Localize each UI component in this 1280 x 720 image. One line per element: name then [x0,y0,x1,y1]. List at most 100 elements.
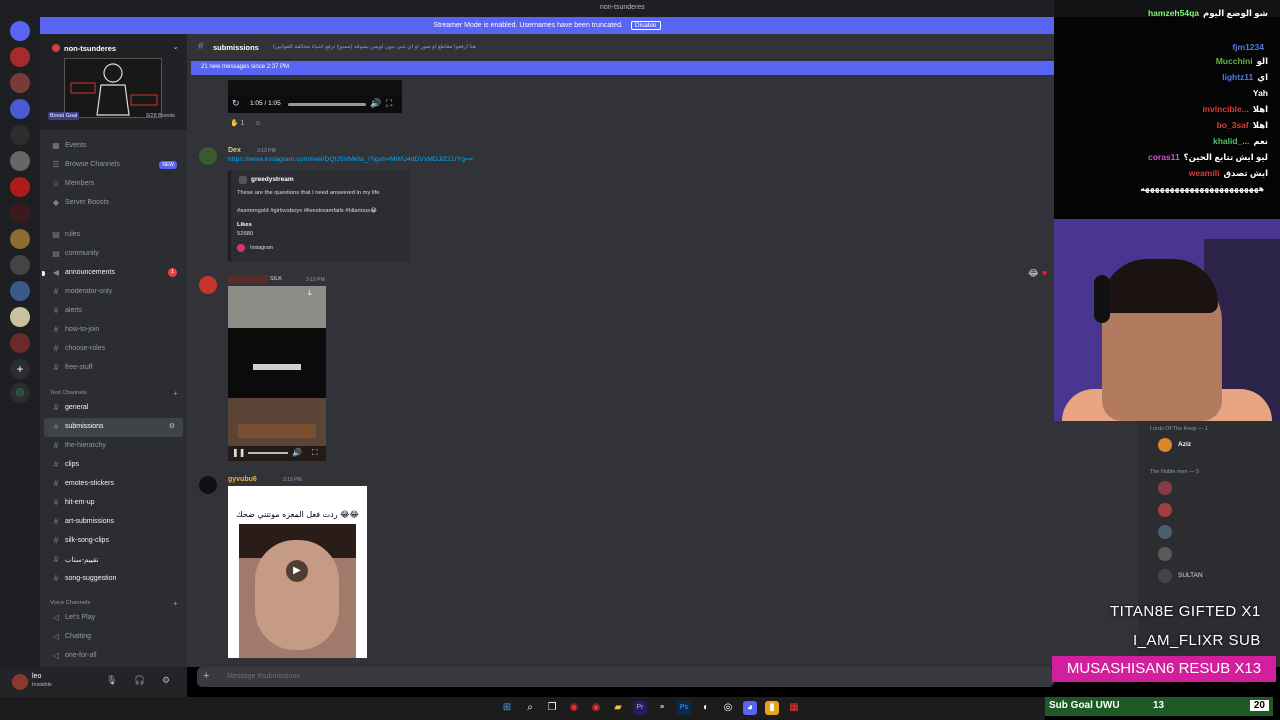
message-input[interactable]: Message #submissions [227,673,300,680]
channel-arabic[interactable]: # تقييم-ستاب [40,551,187,570]
message-author-hidden[interactable] [228,275,268,283]
new-messages-bar[interactable]: 21 new messages since 2:37 PM [191,61,1054,75]
channel-community[interactable]: ▤ community [40,245,187,264]
volume-icon[interactable]: 🔊 [292,448,302,457]
video-progress[interactable] [248,452,288,454]
discord-home-icon[interactable] [10,21,30,41]
video-attachment[interactable]: ⤓ ❚❚ 🔊 ⛶ [228,286,326,461]
channel-alerts[interactable]: # alerts [40,302,187,321]
microphone-icon[interactable]: 🎙 [106,675,117,686]
channel-choose-roles[interactable]: # choose-roles [40,340,187,359]
channel-rules[interactable]: ▤ rules [40,226,187,245]
channel-silk-song-clips[interactable]: # silk-song-clips [40,532,187,551]
server-icon[interactable] [10,203,30,223]
message-composer[interactable]: + Message #submissions [197,667,1054,687]
server-icon[interactable] [10,177,30,197]
channel-general[interactable]: # general [40,399,187,418]
reaction-emoji-icon[interactable]: 😂 [1028,268,1039,279]
server-icon[interactable] [10,229,30,249]
member-row[interactable] [1142,500,1276,520]
replay-icon[interactable]: ↻ [232,98,240,109]
channel-song-suggestion[interactable]: # song-suggestion [40,570,187,589]
fullscreen-icon[interactable]: ⛶ [386,98,392,109]
nav-events[interactable]: ▦ Events [40,137,187,156]
video-progress[interactable] [288,103,366,106]
settings-gear-icon[interactable]: ⚙ [162,675,170,686]
heart-icon[interactable]: ♥ [1042,268,1047,278]
member-row[interactable]: SULTAN [1142,566,1276,586]
server-header[interactable]: non-tsunderes ⌄ Boost Goal 9/28 Boosts [40,34,187,130]
channel-art-submissions[interactable]: # art-submissions [40,513,187,532]
play-icon[interactable]: ▶ [286,560,308,582]
search-icon[interactable]: ⌕ [523,701,537,715]
steam-icon[interactable]: ◐ [699,701,713,715]
boost-goal[interactable]: Boost Goal 9/28 Boosts [40,110,187,124]
message-author[interactable]: gyvubu6 [228,476,257,483]
embed-author[interactable]: greedystream [251,176,294,183]
nav-browse-channels[interactable]: ☰ Browse Channels NEW [40,156,187,175]
avatar[interactable] [199,276,217,294]
app-icon[interactable]: ≡ [655,701,669,715]
nav-members[interactable]: ☺ Members [40,175,187,194]
server-icon[interactable] [10,333,30,353]
app-icon[interactable]: ▦ [787,701,801,715]
channel-emotes-stickers[interactable]: # emotes-stickers [40,475,187,494]
avatar[interactable] [199,147,217,165]
server-icon[interactable] [10,73,30,93]
server-icon[interactable] [10,281,30,301]
chevron-down-icon[interactable]: ⌄ [172,42,179,51]
windows-start-icon[interactable]: ⊞ [500,701,514,715]
voice-channel-one-for-all[interactable]: ◁ one-for-all [40,647,187,666]
discord-icon[interactable]: ◕ [743,701,757,715]
chrome-icon[interactable]: ◎ [721,701,735,715]
channel-hit-em-up[interactable]: # hit-em-up [40,494,187,513]
channel-topic[interactable]: هنا ارفعوا مقاطع او صور او اي شي تبون لو… [273,44,476,50]
add-server-icon[interactable]: + [10,359,30,379]
avatar[interactable] [12,674,28,690]
premiere-icon[interactable]: Pr [633,701,647,715]
app-icon[interactable]: ◉ [567,701,581,715]
channel-submissions[interactable]: # submissions ⚙ [44,418,183,437]
channel-free-stuff[interactable]: # free-stuff [40,359,187,378]
member-row[interactable] [1142,478,1276,498]
video-preview[interactable] [228,80,402,95]
pause-icon[interactable]: ❚❚ [232,448,245,457]
channel-the-hierarchy[interactable]: # the-hierarchy [40,437,187,456]
avatar[interactable] [199,476,217,494]
nav-server-boosts[interactable]: ◆ Server Boosts [40,194,187,213]
server-icon[interactable] [10,307,30,327]
volume-icon[interactable]: 🔊 [370,98,381,109]
message-author[interactable]: Dex [228,147,241,154]
channel-clips[interactable]: # clips [40,456,187,475]
voice-channel-lets-play[interactable]: ◁ Let's Play [40,609,187,628]
headphones-icon[interactable]: 🎧 [134,675,145,686]
add-attachment-icon[interactable]: + [203,670,209,682]
member-row[interactable] [1142,544,1276,564]
message-link[interactable]: https://www.instagram.com/reel/DQfJ5VMkI… [228,156,473,163]
disable-streamer-mode-button[interactable]: Disable [630,21,661,30]
discover-icon[interactable]: ◎ [10,383,30,403]
video-attachment[interactable]: ردت فعل المعزه موتتني ضحك 😂😂 ▶ [228,486,367,658]
server-icon[interactable] [10,99,30,119]
download-icon[interactable]: ⤓ [308,288,312,298]
add-channel-icon[interactable]: + [173,389,178,398]
channel-how-to-join[interactable]: # how-to-join [40,321,187,340]
channel-moderator-only[interactable]: # moderator-only [40,283,187,302]
voice-channel-chatting[interactable]: ◁ Chatting [40,628,187,647]
fullscreen-icon[interactable]: ⛶ [312,448,318,458]
add-channel-icon[interactable]: + [173,599,178,608]
category-text-channels[interactable]: Text Channels + [50,389,178,398]
app-icon[interactable]: ▮ [765,701,779,715]
add-reaction-icon[interactable]: ☺ [255,120,262,127]
category-voice-channels[interactable]: Voice Channels + [50,599,178,608]
member-row[interactable]: Aziz [1142,435,1276,455]
server-icon[interactable] [10,255,30,275]
file-explorer-icon[interactable]: ▰ [611,701,625,715]
reaction-emoji-icon[interactable]: ✋ [230,120,239,127]
server-icon[interactable] [10,151,30,171]
task-view-icon[interactable]: ❐ [545,701,559,715]
channel-announcements[interactable]: ◀ announcements 1 [40,264,187,283]
photoshop-icon[interactable]: Ps [677,701,691,715]
server-icon[interactable] [10,47,30,67]
app-icon[interactable]: ◉ [589,701,603,715]
